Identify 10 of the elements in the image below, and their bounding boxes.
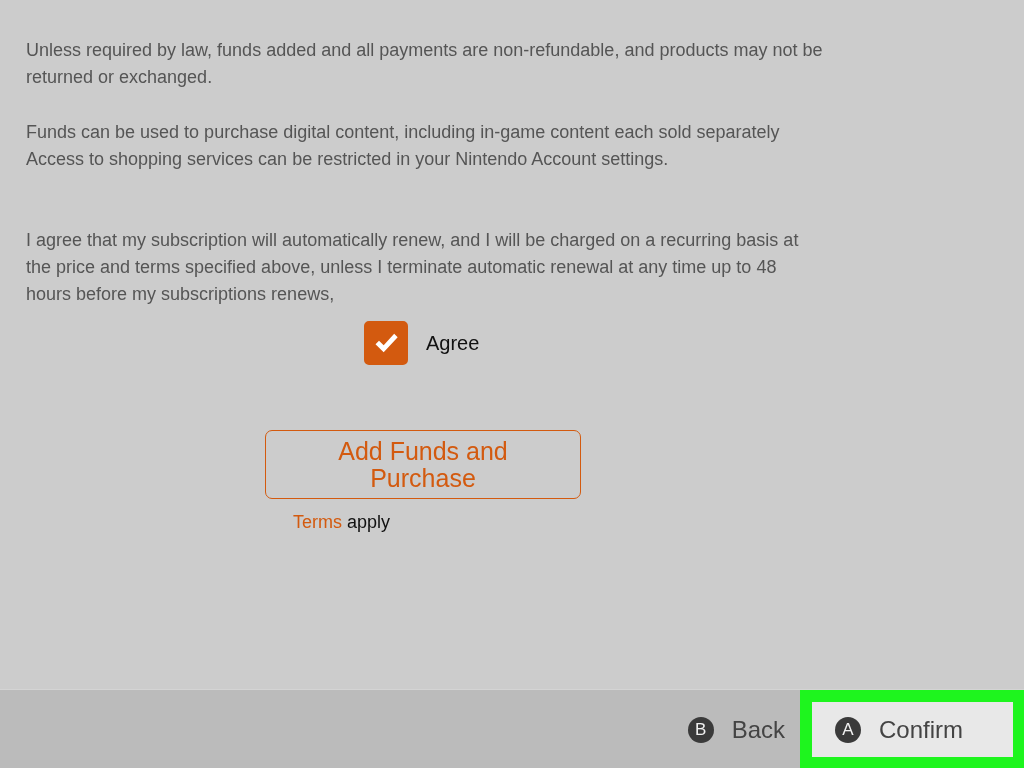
- button-key-icon: B: [687, 717, 714, 743]
- agree-checkbox[interactable]: [364, 321, 408, 365]
- terms-paragraph: I agree that my subscription will automatically renew, and I will be charged on a recurring basis at the price and terms specified above, unless I terminate automatic renewal at any time up to 48 hours before my subscriptions renews,: [26, 229, 800, 306]
- terms-apply-text: apply: [347, 512, 391, 533]
- terms-paragraph: Funds can be used to purchase digital content, including in-game content each sold separately Access to shopping services can be restricted in your Nintendo Account settings.: [26, 121, 781, 171]
- terms-paragraph: Unless required by law, funds added and all payments are non-refundable, and products may not be returned or exchanged.: [26, 39, 824, 89]
- button-key-icon: A: [835, 716, 861, 743]
- footer-button[interactable]: B Back: [687, 702, 795, 758]
- footer-button[interactable]: A Confirm: [812, 702, 1013, 757]
- agree-label: Agree: [426, 331, 480, 355]
